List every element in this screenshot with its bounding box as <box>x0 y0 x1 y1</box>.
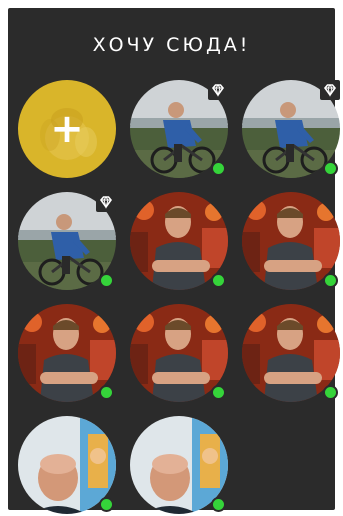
user-avatar[interactable] <box>130 416 228 514</box>
online-status-dot <box>211 273 226 288</box>
online-status-dot <box>99 385 114 400</box>
online-status-dot <box>99 497 114 512</box>
add-yourself-cell[interactable]: + <box>18 80 116 178</box>
user-avatar[interactable] <box>242 304 340 402</box>
online-status-dot <box>99 273 114 288</box>
want-here-widget: ХОЧУ СЮДА! + <box>8 8 340 510</box>
user-avatar[interactable] <box>130 80 228 178</box>
online-status-dot <box>323 273 338 288</box>
user-avatar[interactable] <box>130 304 228 402</box>
online-status-dot <box>211 385 226 400</box>
user-avatar[interactable] <box>242 192 340 290</box>
online-status-dot <box>323 385 338 400</box>
user-avatar[interactable] <box>130 192 228 290</box>
avatar-grid: + <box>8 8 340 510</box>
user-avatar[interactable] <box>242 80 340 178</box>
add-yourself-button[interactable]: + <box>18 80 116 178</box>
online-status-dot <box>323 161 338 176</box>
user-avatar[interactable] <box>18 192 116 290</box>
diamond-icon <box>208 80 228 100</box>
plus-icon: + <box>50 106 84 152</box>
online-status-dot <box>211 161 226 176</box>
user-avatar[interactable] <box>18 304 116 402</box>
diamond-icon <box>96 192 116 212</box>
online-status-dot <box>211 497 226 512</box>
user-avatar[interactable] <box>18 416 116 514</box>
diamond-icon <box>320 80 340 100</box>
